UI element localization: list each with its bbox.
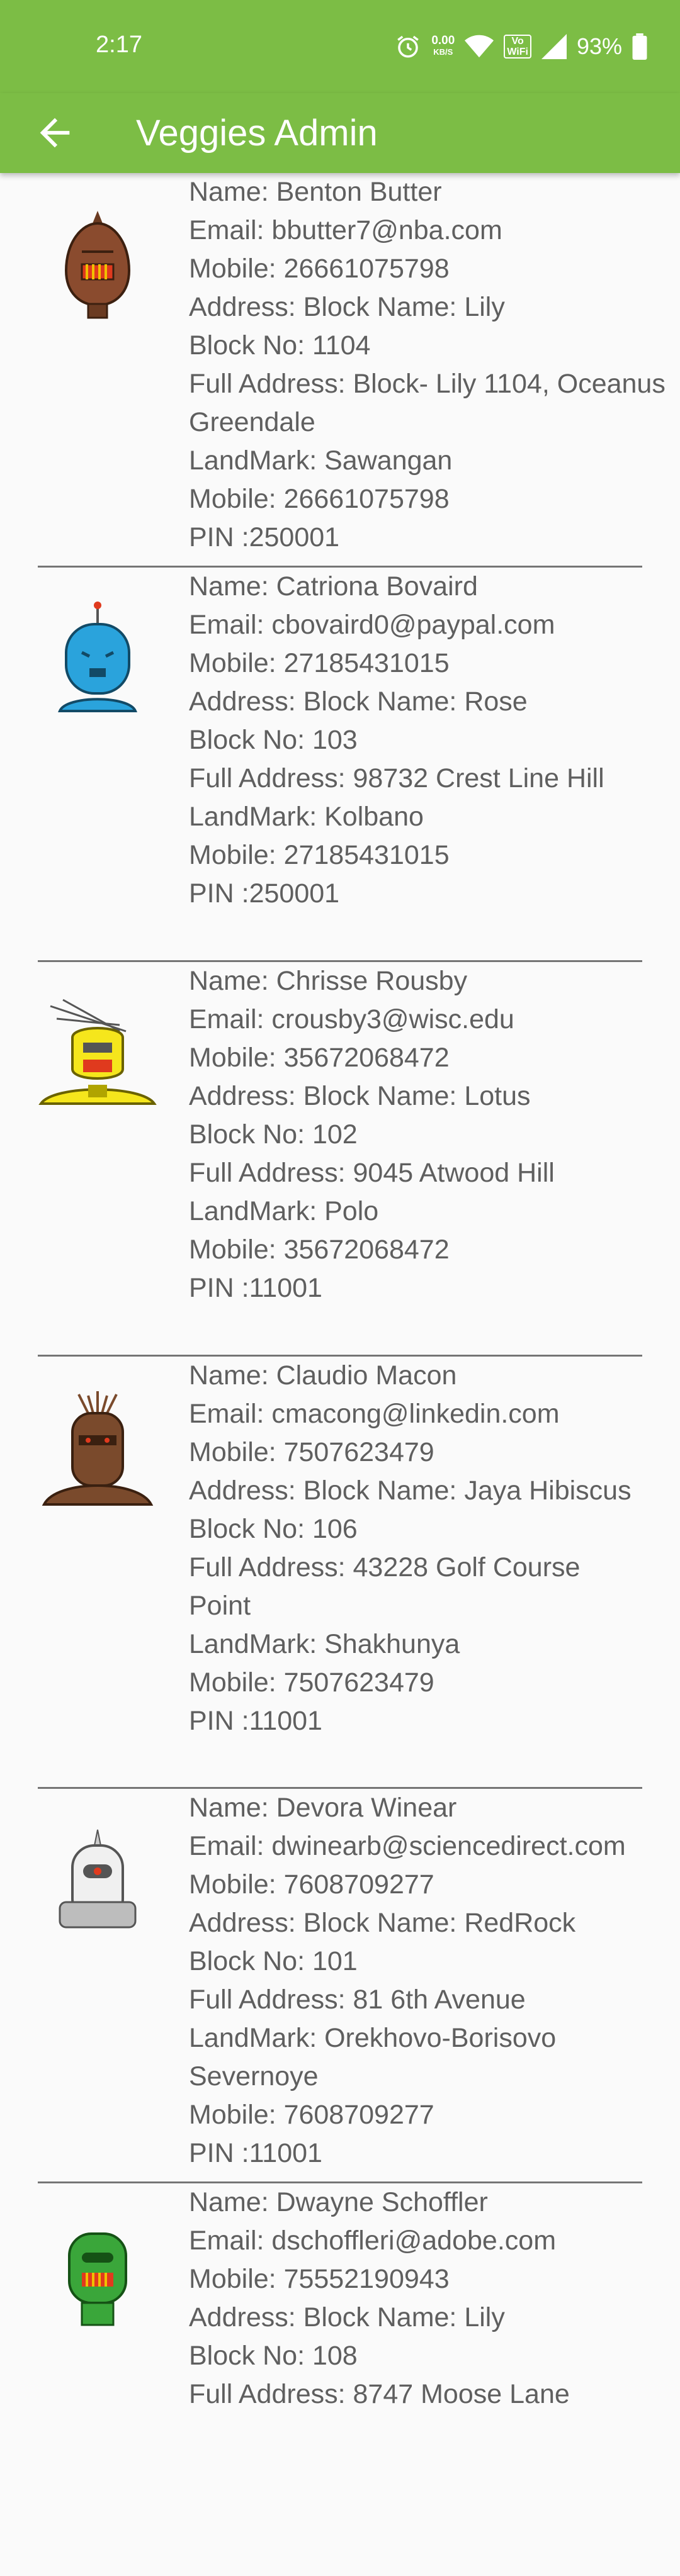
net-speed: 0.00 KB/S [431,34,455,57]
user-email: Email: dschoffleri@adobe.com [189,2226,557,2256]
alarm-icon [397,35,419,58]
robot-avatar-icon [64,211,131,319]
user-name: Name: Devora Winear [189,1793,457,1823]
user-block-no: Block No: 1104 [189,330,371,361]
user-email: Email: crousby3@wisc.edu [189,1004,514,1034]
user-list-item[interactable]: Name: Dwayne Schoffler Email: dschoffler… [38,2183,642,2576]
robot-avatar-icon [59,1829,137,1929]
user-block-name: Address: Block Name: Lotus [189,1081,531,1111]
robot-avatar-icon [68,2232,127,2326]
user-list-item[interactable]: Name: Catriona Bovaird Email: cbovaird0@… [38,568,642,962]
status-icons: 0.00 KB/S Vo WiFi 93% [395,28,647,65]
user-details: Name: Catriona Bovaird Email: cbovaird0@… [189,568,680,913]
page-title: Veggies Admin [136,113,378,154]
battery-icon [632,33,647,60]
user-mobile-secondary: Mobile: 7608709277 [189,2100,434,2130]
user-block-name: Address: Block Name: Jaya Hibiscus [189,1476,632,1506]
user-mobile: Mobile: 27185431015 [189,648,450,678]
user-landmark: LandMark: Polo [189,1196,379,1226]
user-full-address: Full Address: 43228 Golf Course Point [189,1552,581,1621]
user-mobile-secondary: Mobile: 27185431015 [189,840,450,870]
user-full-address: Full Address: 8747 Moose Lane [189,2379,570,2409]
user-details: Name: Claudio Macon Email: cmacong@linke… [189,1357,680,1740]
user-pin: PIN :11001 [189,2138,322,2168]
user-mobile-secondary: Mobile: 35672068472 [189,1235,450,1265]
robot-avatar-icon [58,602,137,712]
user-email: Email: dwinearb@sciencedirect.com [189,1831,626,1861]
user-name: Name: Chrisse Rousby [189,966,468,996]
cell-signal-icon [541,34,567,59]
user-name: Name: Catriona Bovaird [189,571,478,602]
back-arrow-icon[interactable] [33,111,77,155]
user-list-item[interactable]: Name: Devora Winear Email: dwinearb@scie… [38,1789,642,2183]
user-mobile: Mobile: 75552190943 [189,2264,450,2294]
user-email: Email: cbovaird0@paypal.com [189,610,555,640]
user-block-name: Address: Block Name: Lily [189,292,505,322]
user-block-no: Block No: 103 [189,725,358,755]
vowifi-icon: Vo WiFi [504,35,531,59]
user-details: Name: Benton Butter Email: bbutter7@nba.… [189,173,680,557]
user-pin: PIN :11001 [189,1273,322,1303]
user-block-no: Block No: 102 [189,1119,358,1150]
user-landmark: LandMark: Sawangan [189,445,453,476]
wifi-icon [465,35,494,58]
user-details: Name: Chrisse Rousby Email: crousby3@wis… [189,962,680,1308]
user-pin: PIN :250001 [189,878,340,909]
user-details: Name: Dwayne Schoffler Email: dschoffler… [189,2183,680,2414]
user-landmark: LandMark: Orekhovo-Borisovo Severnoye [189,2023,557,2092]
status-time: 2:17 [96,31,142,58]
app-bar: Veggies Admin [0,93,680,173]
user-mobile: Mobile: 35672068472 [189,1043,450,1073]
user-mobile-secondary: Mobile: 7507623479 [189,1667,434,1698]
user-list-item[interactable]: Name: Benton Butter Email: bbutter7@nba.… [38,173,666,568]
user-full-address: Full Address: 98732 Crest Line Hill [189,763,604,793]
user-block-no: Block No: 101 [189,1946,358,1976]
user-full-address: Full Address: 9045 Atwood Hill [189,1158,555,1188]
user-mobile: Mobile: 26661075798 [189,254,450,284]
user-list[interactable]: Name: Benton Butter Email: bbutter7@nba.… [0,173,680,2576]
robot-avatar-icon [38,999,157,1105]
user-block-no: Block No: 106 [189,1514,358,1544]
user-name: Name: Dwayne Schoffler [189,2187,488,2217]
battery-percent: 93% [576,33,622,59]
user-block-name: Address: Block Name: Rose [189,686,528,717]
user-mobile: Mobile: 7608709277 [189,1869,434,1900]
user-list-item[interactable]: Name: Chrisse Rousby Email: crousby3@wis… [38,962,642,1357]
user-list-item[interactable]: Name: Claudio Macon Email: cmacong@linke… [38,1357,642,1789]
user-block-no: Block No: 108 [189,2341,358,2371]
user-name: Name: Benton Butter [189,177,442,207]
user-mobile-secondary: Mobile: 26661075798 [189,484,450,514]
user-block-name: Address: Block Name: Lily [189,2302,505,2332]
user-details: Name: Devora Winear Email: dwinearb@scie… [189,1789,680,2173]
user-full-address: Full Address: Block- Lily 1104, Oceanus … [189,369,666,437]
user-pin: PIN :250001 [189,522,340,552]
user-email: Email: bbutter7@nba.com [189,215,502,245]
user-mobile: Mobile: 7507623479 [189,1437,434,1467]
user-full-address: Full Address: 81 6th Avenue [189,1985,526,2015]
user-name: Name: Claudio Macon [189,1360,457,1391]
user-email: Email: cmacong@linkedin.com [189,1399,560,1429]
status-bar: 2:17 0.00 KB/S Vo WiFi 93% [0,0,680,93]
user-pin: PIN :11001 [189,1706,322,1736]
user-landmark: LandMark: Kolbano [189,802,424,832]
robot-avatar-icon [42,1391,154,1506]
user-landmark: LandMark: Shakhunya [189,1629,460,1659]
user-block-name: Address: Block Name: RedRock [189,1908,576,1938]
